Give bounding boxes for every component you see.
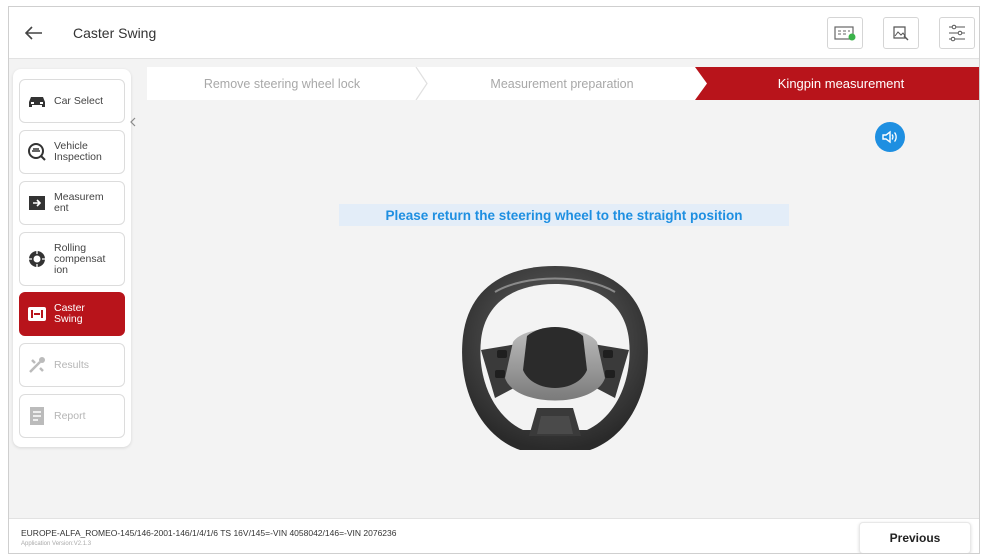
chevron-left-icon xyxy=(130,117,136,127)
sidebar-item-label: Rolling compensat ion xyxy=(54,241,106,276)
step-divider-icon xyxy=(415,67,428,100)
back-arrow-icon xyxy=(25,26,42,40)
inspection-icon xyxy=(26,141,48,163)
sidebar-item-car-select[interactable]: Car Select xyxy=(19,79,125,123)
sidebar-item-label: Measurem ent xyxy=(54,191,104,214)
main-content: Please return the steering wheel to the … xyxy=(147,100,979,510)
car-icon xyxy=(26,90,48,112)
step-remove-lock: Remove steering wheel lock xyxy=(203,76,361,91)
report-image-icon xyxy=(893,26,909,41)
workflow-sidebar: Car Select Vehicle Inspection Measurem e… xyxy=(13,69,131,447)
footer-bar: EUROPE-ALFA_ROMEO-145/146-2001-146/1/4/1… xyxy=(9,518,979,553)
sidebar-item-report: Report xyxy=(19,394,125,438)
rolling-wheel-icon xyxy=(26,248,48,270)
previous-button[interactable]: Previous xyxy=(859,522,971,553)
sidebar-collapse-toggle[interactable] xyxy=(128,112,138,132)
step-measurement-preparation: Measurement preparation xyxy=(490,76,634,91)
step-progress-bar: Remove steering wheel lock Measurement p… xyxy=(147,67,979,100)
device-status-button[interactable] xyxy=(827,17,863,49)
report-image-button[interactable] xyxy=(883,17,919,49)
vehicle-info: EUROPE-ALFA_ROMEO-145/146-2001-146/1/4/1… xyxy=(21,528,397,538)
back-button[interactable] xyxy=(19,19,49,47)
sidebar-item-label: Vehicle Inspection xyxy=(54,140,102,163)
sidebar-item-label: Caster Swing xyxy=(54,302,85,325)
sidebar-item-label: Results xyxy=(54,358,90,371)
sidebar-item-label: Report xyxy=(54,409,86,422)
app-version: Application Version:V2.1.3 xyxy=(21,541,92,547)
sidebar-item-label: Car Select xyxy=(54,94,104,107)
caster-icon xyxy=(26,303,48,325)
audio-play-button[interactable] xyxy=(875,122,905,152)
settings-sliders-icon xyxy=(949,24,965,42)
sidebar-item-rolling-compensation[interactable]: Rolling compensat ion xyxy=(19,232,125,286)
device-connected-icon xyxy=(834,26,856,41)
sidebar-item-caster-swing[interactable]: Caster Swing xyxy=(19,292,125,336)
step-kingpin-measurement: Kingpin measurement xyxy=(695,67,979,100)
results-icon xyxy=(26,354,48,376)
sidebar-item-vehicle-inspection[interactable]: Vehicle Inspection xyxy=(19,130,125,174)
speaker-icon xyxy=(882,130,897,144)
app-window: Caster Swing Car Select Vehicle Inspecti… xyxy=(8,6,980,554)
sidebar-item-measurement[interactable]: Measurem ent xyxy=(19,181,125,225)
report-icon xyxy=(26,405,48,427)
measurement-icon xyxy=(26,192,48,214)
page-title: Caster Swing xyxy=(73,25,157,41)
header-bar: Caster Swing xyxy=(9,7,979,59)
steering-wheel-image xyxy=(462,266,648,450)
instruction-text: Please return the steering wheel to the … xyxy=(339,204,789,226)
settings-button[interactable] xyxy=(939,17,975,49)
sidebar-item-results: Results xyxy=(19,343,125,387)
